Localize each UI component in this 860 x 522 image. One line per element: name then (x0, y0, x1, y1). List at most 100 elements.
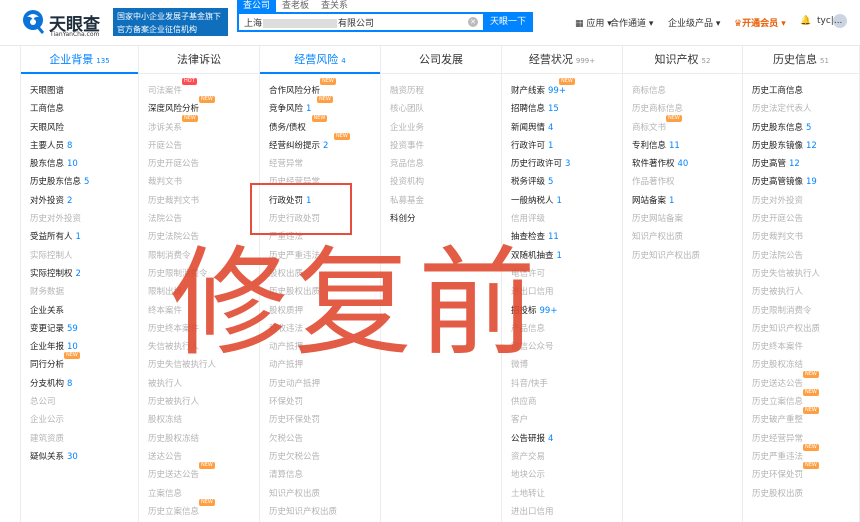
list-item[interactable]: 双随机抽查 1 (511, 247, 622, 265)
column-count: 999+ (575, 57, 596, 65)
list-item[interactable]: 历史工商信息 (752, 82, 859, 100)
list-item[interactable]: 历史高管 12 (752, 155, 859, 173)
list-item[interactable]: 企业年报 10 (30, 338, 138, 356)
list-item[interactable]: 行政许可 1 (511, 137, 622, 155)
column-header[interactable]: 知识产权 52 (623, 46, 742, 74)
bell-icon[interactable]: 🔔 (800, 16, 811, 26)
list-item[interactable]: 科创分 (390, 210, 501, 228)
item-label: 历史环保处罚 (752, 470, 804, 481)
list-item[interactable]: 公告研报 4 (511, 430, 622, 448)
list-item[interactable]: 主要人员 8 (30, 137, 138, 155)
item-label: 投资机构 (390, 177, 425, 188)
tab-search-boss[interactable]: 查老板 (276, 0, 315, 12)
item-label: 历史破产重整 (752, 415, 804, 426)
list-item[interactable]: 天眼图谱 (30, 82, 138, 100)
search-input[interactable]: 上海 有限公司 ✕ (237, 12, 483, 32)
item-label: 历史送达公告 (752, 378, 804, 389)
column-header[interactable]: 历史信息 51 (743, 46, 859, 74)
list-item[interactable]: 网站备案 1 (632, 192, 742, 210)
list-item[interactable]: 税务评级 5 (511, 173, 622, 191)
column-title: 法律诉讼 (177, 53, 221, 66)
search-button[interactable]: 天眼一下 (483, 12, 533, 32)
nav-apps[interactable]: ▦ 应用 ▾ (575, 16, 612, 29)
clear-icon[interactable]: ✕ (468, 17, 478, 27)
redacted-name (263, 19, 338, 28)
item-label: 司法案件 (148, 86, 183, 96)
list-item: 法院公告 (148, 210, 259, 228)
list-item[interactable]: 股东信息 10 (30, 155, 138, 173)
list-item[interactable]: 历史股东镜像 12 (752, 137, 859, 155)
item-label: 实际控制权 (30, 268, 73, 279)
nav-vip[interactable]: ♛开通会员 ▾ (734, 16, 786, 29)
list-item[interactable]: 软件著作权 40 (632, 155, 742, 173)
column-2: 经营风险 4 合作风险分析 NEW 竞争风险 1 NEW 债务/债权 NEW 经营纠纷提示 2 NEW… (260, 46, 381, 522)
list-item[interactable]: 同行分析 NEW (30, 352, 138, 374)
nav-partner[interactable]: 合作通道 ▾ (610, 16, 653, 29)
list-item: 历史股权出质 (269, 283, 380, 301)
tianyancha-logo-icon[interactable] (22, 8, 46, 34)
list-item[interactable]: 历史行政许可 3 (511, 155, 622, 173)
list-item[interactable]: 实际控制权 2 (30, 265, 138, 283)
list-item[interactable]: 变更记录 59 (30, 320, 138, 338)
list-item[interactable]: 专利信息 11 (632, 137, 742, 155)
list-item[interactable]: 分支机构 8 (30, 375, 138, 393)
item-label: 历史终本案件 (148, 323, 200, 334)
item-label: 历史经营异常 (752, 433, 804, 444)
item-label: 历史终本案件 (752, 342, 804, 353)
item-label: 历史股东信息 (752, 122, 804, 133)
list-item[interactable]: 历史高管镜像 19 (752, 173, 859, 191)
column-header[interactable]: 企业背景 135 (21, 46, 138, 74)
tab-search-company[interactable]: 查公司 (237, 0, 277, 12)
item-label: 股东信息 (30, 159, 65, 170)
list-item[interactable]: 对外投资 2 (30, 192, 138, 210)
new-badge: NEW (803, 407, 819, 415)
nav-vip-label: 开通会员 (742, 19, 779, 29)
item-label: 历史股东镜像 (752, 140, 804, 151)
nav-enterprise[interactable]: 企业级产品 ▾ (668, 16, 720, 29)
new-badge: NEW (803, 462, 819, 470)
column-header[interactable]: 经营风险 4 (260, 46, 380, 74)
new-badge: NEW (803, 389, 819, 397)
list-item[interactable]: 招聘信息 15 (511, 100, 622, 118)
new-badge: NEW (666, 114, 682, 122)
list-item[interactable]: 债务/债权 NEW (269, 114, 380, 137)
page: { "header": { "brand": "天眼查", "brand_url… (0, 0, 860, 522)
list-item[interactable]: 工商信息 (30, 100, 138, 118)
tab-search-relation[interactable]: 查关系 (315, 0, 354, 12)
user-name[interactable]: tyc|... (817, 16, 842, 26)
list-item[interactable]: 新闻舆情 4 (511, 119, 622, 137)
item-count: 8 (67, 378, 73, 389)
item-count: 1 (306, 104, 312, 115)
new-badge: NEW (199, 462, 215, 470)
list-item[interactable]: 经营纠纷提示 2 NEW (269, 132, 380, 155)
list-item[interactable]: 深度风险分析 NEW (148, 96, 259, 118)
list-item[interactable]: 历史股东信息 5 (30, 173, 138, 191)
list-item[interactable]: 受益所有人 1 (30, 228, 138, 246)
list-item[interactable]: 招投标 99+ (511, 302, 622, 320)
list-item: 历史限制消费令 (752, 302, 859, 320)
column-header[interactable]: 经营状况 999+ (502, 46, 622, 74)
list-item[interactable]: 企业关系 (30, 302, 138, 320)
list-item[interactable]: 疑似关系 30 (30, 448, 138, 466)
item-label: 科创分 (390, 214, 416, 225)
list-item[interactable]: 天眼风险 (30, 119, 138, 137)
column-header[interactable]: 公司发展 (381, 46, 501, 74)
item-count: 2 (67, 195, 73, 206)
item-label: 历史高管镜像 (752, 177, 804, 188)
item-label: 主要人员 (30, 140, 65, 151)
item-label: 历史股东信息 (30, 177, 82, 188)
list-item[interactable]: 抽查检查 11 (511, 228, 622, 246)
list-item[interactable]: 历史股东信息 5 (752, 119, 859, 137)
item-label: 税务评级 (511, 177, 546, 188)
item-label: 历史严重违法 (269, 250, 321, 261)
item-label: 合作风险分析 (269, 86, 321, 96)
list-item[interactable]: 一般纳税人 1 (511, 192, 622, 210)
list-item[interactable]: 财产线索 99+ NEW (511, 78, 622, 100)
column-header[interactable]: 法律诉讼 (139, 46, 259, 74)
item-label: 历史开庭公告 (148, 159, 200, 170)
item-label: 失信被执行人 (148, 342, 200, 353)
list-item: 历史终本案件 (752, 338, 859, 356)
item-count: 2 (323, 140, 329, 151)
hot-badge: HOT (182, 78, 197, 85)
item-label: 限制出境 (148, 287, 183, 298)
